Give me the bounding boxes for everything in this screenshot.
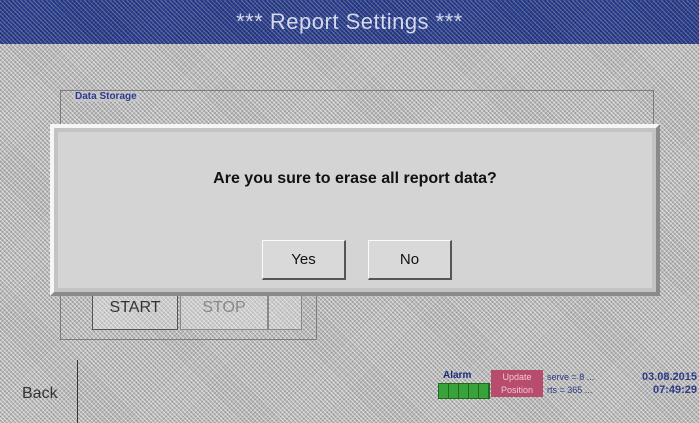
alarm-label: Alarm	[443, 370, 472, 381]
no-button[interactable]: No	[368, 240, 452, 280]
update-badge: Update	[491, 370, 543, 384]
confirm-dialog: Are you sure to erase all report data? Y…	[50, 124, 660, 296]
confirm-message: Are you sure to erase all report data?	[213, 170, 497, 187]
date-display: 03.08.2015	[641, 371, 697, 383]
page-title: *** Report Settings ***	[236, 9, 463, 34]
title-bar: *** Report Settings ***	[0, 0, 699, 44]
time-display: 07:49:29	[652, 384, 697, 396]
alarm-indicator	[438, 383, 490, 399]
data-storage-label: Data Storage	[73, 91, 139, 102]
status-info-line1: serve = 8 ...	[547, 372, 595, 382]
status-info-line2: rts = 365 ...	[547, 385, 593, 395]
position-badge: Position	[491, 383, 543, 397]
back-button[interactable]: Back	[0, 360, 78, 423]
confirm-dialog-body: Are you sure to erase all report data? Y…	[58, 132, 652, 288]
yes-button[interactable]: Yes	[262, 240, 346, 280]
